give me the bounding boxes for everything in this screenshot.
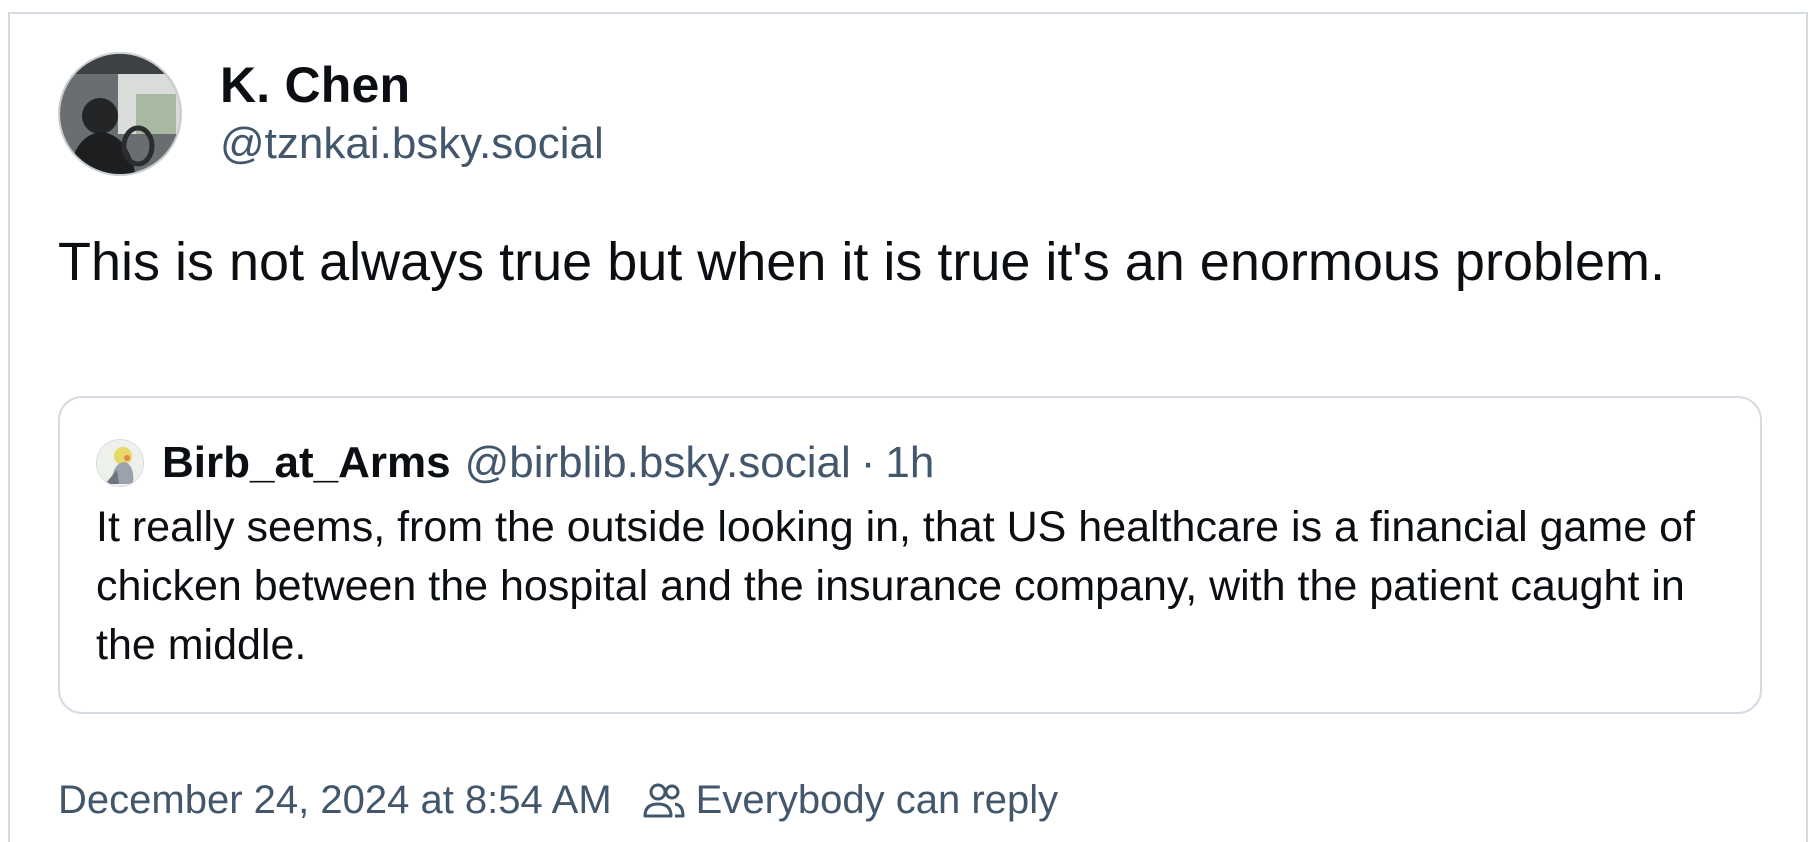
quoted-post-header: Birb_at_Arms @birblib.bsky.social · 1h xyxy=(96,436,1724,490)
quoted-post-time[interactable]: 1h xyxy=(885,438,934,488)
quoted-post-text: It really seems, from the outside lookin… xyxy=(96,503,1695,669)
reply-setting[interactable]: Everybody can reply xyxy=(640,776,1058,824)
quoted-post[interactable]: Birb_at_Arms @birblib.bsky.social · 1h I… xyxy=(58,396,1762,714)
author-avatar[interactable] xyxy=(58,52,182,176)
author-avatar-image xyxy=(60,54,180,174)
people-icon xyxy=(643,783,685,818)
post-author[interactable]: K. Chen @tznkai.bsky.social xyxy=(58,52,604,176)
post-text: This is not always true but when it is t… xyxy=(58,232,1666,292)
post-meta: December 24, 2024 at 8:54 AM Everybody c… xyxy=(58,776,1058,824)
author-handle[interactable]: @tznkai.bsky.social xyxy=(220,115,604,173)
author-display-name[interactable]: K. Chen xyxy=(220,55,604,115)
quoted-author-handle[interactable]: @birblib.bsky.social xyxy=(465,438,851,488)
quoted-author-avatar-image xyxy=(97,440,143,486)
quoted-post-separator: · xyxy=(860,438,876,487)
quoted-author-avatar[interactable] xyxy=(96,439,144,487)
post-timestamp[interactable]: December 24, 2024 at 8:54 AM xyxy=(58,778,612,823)
reply-setting-label: Everybody can reply xyxy=(695,777,1059,822)
quoted-author-display-name[interactable]: Birb_at_Arms xyxy=(162,438,451,488)
post-card: K. Chen @tznkai.bsky.social This is not … xyxy=(8,12,1808,842)
author-names: K. Chen @tznkai.bsky.social xyxy=(220,55,604,173)
